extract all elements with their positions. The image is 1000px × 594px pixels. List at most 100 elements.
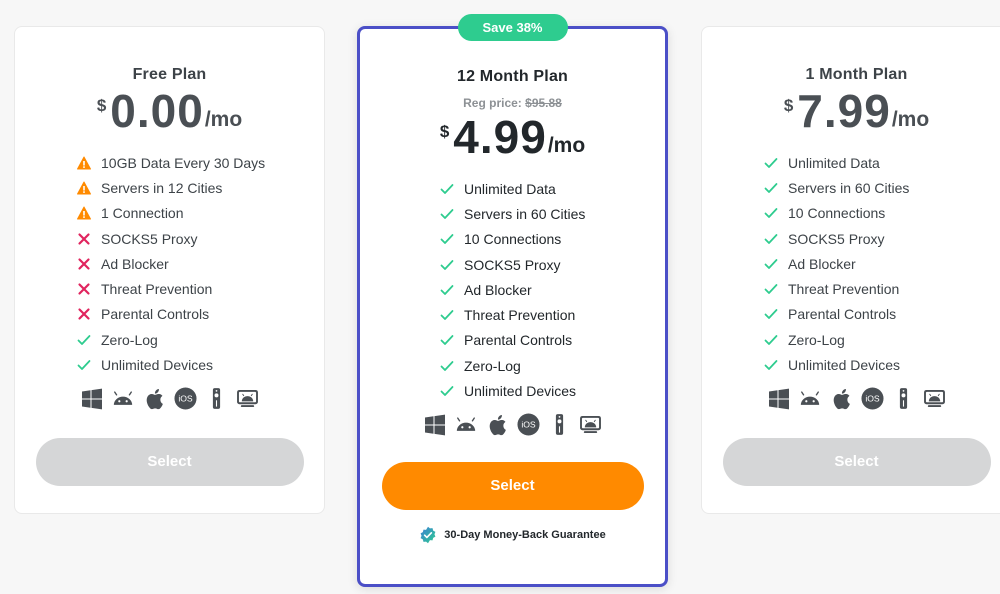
check-icon [440, 333, 454, 347]
guarantee-text: 30-Day Money-Back Guarantee [444, 528, 606, 541]
feature-label: Parental Controls [464, 332, 573, 349]
feature-item: Parental Controls [77, 302, 324, 327]
feature-item: Zero-Log [440, 353, 665, 378]
feature-list: Unlimited Data Servers in 60 Cities 10 Con… [360, 176, 665, 404]
check-icon [764, 307, 778, 321]
feature-label: Parental Controls [788, 306, 897, 323]
check-icon [440, 232, 454, 246]
plan-price: $ 4.99 /mo [360, 114, 665, 160]
feature-label: Zero-Log [464, 357, 521, 374]
feature-item: Servers in 60 Cities [764, 175, 1000, 200]
android-icon [112, 388, 135, 410]
regular-price-value: $95.88 [525, 96, 562, 110]
check-icon [440, 258, 454, 272]
windows-icon [81, 388, 104, 410]
feature-item: Unlimited Data [440, 176, 665, 201]
feature-item: Unlimited Devices [77, 352, 324, 377]
feature-item: 10 Connections [764, 201, 1000, 226]
platform-icons: iOS [15, 387, 324, 410]
plan-price: $ 0.00 /mo [15, 88, 324, 134]
regular-price-label: Reg price: [463, 96, 522, 110]
fire-tv-remote-icon [205, 388, 228, 410]
check-icon [764, 232, 778, 246]
currency-symbol: $ [783, 96, 794, 115]
android-tv-icon [923, 388, 946, 410]
android-tv-icon [236, 388, 259, 410]
feature-label: 1 Connection [101, 205, 184, 222]
feature-label: Unlimited Data [464, 180, 556, 197]
check-icon [764, 181, 778, 195]
feature-label: Unlimited Devices [464, 383, 577, 400]
check-icon [440, 308, 454, 322]
feature-item: Unlimited Devices [440, 378, 665, 403]
currency-symbol: $ [96, 96, 107, 115]
plan-title: 12 Month Plan [456, 68, 569, 85]
currency-symbol: $ [439, 122, 450, 141]
feature-label: Zero-Log [101, 331, 158, 348]
feature-label: Ad Blocker [101, 255, 169, 272]
feature-item: 10 Connections [440, 227, 665, 252]
plan-price: $ 7.99 /mo [702, 88, 1000, 134]
apple-icon [830, 388, 853, 410]
check-icon [764, 257, 778, 271]
feature-item: SOCKS5 Proxy [764, 226, 1000, 251]
feature-item: SOCKS5 Proxy [77, 226, 324, 251]
check-icon [764, 156, 778, 170]
check-icon [440, 207, 454, 221]
select-1-month-plan-button[interactable]: Select [722, 437, 991, 486]
feature-label: 10 Connections [464, 231, 562, 248]
price-amount: 7.99 [797, 85, 891, 137]
feature-item: 10GB Data Every 30 Days [77, 150, 324, 175]
feature-item: Ad Blocker [764, 251, 1000, 276]
cross-icon [77, 282, 91, 296]
plan-card-1-month: 1 Month Plan $ 7.99 /mo Unlimited Data Se… [701, 26, 1000, 514]
price-period: /mo [547, 134, 586, 157]
feature-item: Parental Controls [440, 328, 665, 353]
check-icon [440, 359, 454, 373]
cross-icon [77, 232, 91, 246]
feature-item: Threat Prevention [440, 302, 665, 327]
select-free-plan-button[interactable]: Select [35, 437, 304, 486]
check-icon [764, 333, 778, 347]
platform-icons: iOS [702, 387, 1000, 410]
check-icon [77, 333, 91, 347]
regular-price: Reg price: $95.88 [360, 96, 665, 110]
feature-label: Threat Prevention [464, 307, 576, 324]
feature-label: Threat Prevention [788, 281, 900, 298]
feature-list: 10GB Data Every 30 Days Servers in 12 Cit… [15, 150, 324, 378]
price-period: /mo [891, 108, 930, 131]
feature-item: Unlimited Data [764, 150, 1000, 175]
feature-label: Unlimited Devices [788, 357, 901, 374]
warning-icon [77, 181, 91, 195]
feature-label: Servers in 60 Cities [788, 179, 910, 196]
select-12-month-plan-button[interactable]: Select [381, 461, 644, 510]
plan-title: Free Plan [132, 66, 207, 83]
feature-item: Zero-Log [764, 327, 1000, 352]
feature-item: Parental Controls [764, 302, 1000, 327]
price-period: /mo [204, 108, 243, 131]
feature-label: Zero-Log [788, 331, 845, 348]
ios-icon: iOS [516, 413, 540, 436]
plan-title: 1 Month Plan [805, 66, 908, 83]
check-icon [764, 282, 778, 296]
check-icon [440, 283, 454, 297]
warning-icon [77, 206, 91, 220]
feature-label: Servers in 60 Cities [464, 205, 586, 222]
ios-icon: iOS [860, 387, 884, 410]
android-tv-icon [579, 414, 602, 436]
ios-icon: iOS [173, 387, 197, 410]
feature-item: Threat Prevention [77, 276, 324, 301]
fire-tv-remote-icon [548, 414, 571, 436]
warning-icon [77, 156, 91, 170]
android-icon [455, 414, 478, 436]
price-amount: 0.00 [110, 85, 204, 137]
feature-item: Ad Blocker [77, 251, 324, 276]
check-icon [764, 206, 778, 220]
apple-icon [486, 414, 509, 436]
apple-icon [143, 388, 166, 410]
svg-text:iOS: iOS [178, 394, 193, 404]
feature-label: SOCKS5 Proxy [788, 230, 885, 247]
feature-item: Ad Blocker [440, 277, 665, 302]
feature-label: SOCKS5 Proxy [101, 230, 198, 247]
feature-item: SOCKS5 Proxy [440, 252, 665, 277]
